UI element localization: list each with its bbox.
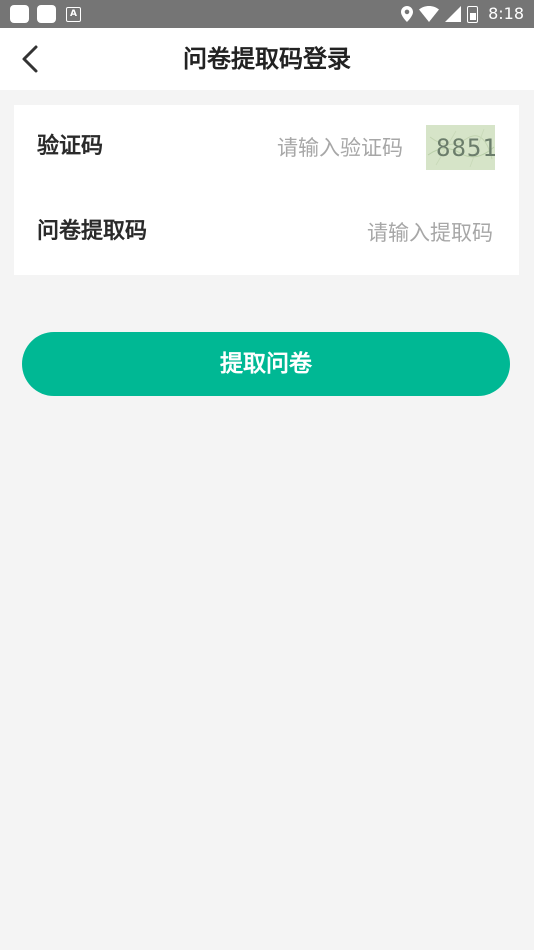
captcha-code: 8851 bbox=[436, 134, 495, 162]
code-input[interactable] bbox=[231, 214, 495, 252]
login-form: 验证码 8851 问卷提取码 bbox=[14, 105, 519, 275]
captcha-label: 验证码 bbox=[37, 134, 104, 159]
page-title: 问卷提取码登录 bbox=[183, 45, 351, 73]
status-time: 8:18 bbox=[488, 4, 524, 23]
captcha-image[interactable]: 8851 bbox=[426, 125, 495, 170]
app-notification-icon bbox=[37, 5, 56, 23]
status-bar: A 8:18 bbox=[0, 0, 534, 28]
code-row: 问卷提取码 bbox=[14, 190, 519, 275]
captcha-input[interactable] bbox=[181, 129, 405, 167]
a-notification-icon: A bbox=[66, 7, 81, 22]
system-icons: 8:18 bbox=[401, 4, 524, 24]
code-label: 问卷提取码 bbox=[37, 219, 148, 244]
signal-icon bbox=[445, 6, 462, 22]
app-notification-icon bbox=[10, 5, 29, 23]
wifi-icon bbox=[419, 6, 440, 22]
battery-icon bbox=[467, 5, 479, 23]
notification-icons: A bbox=[10, 5, 81, 23]
location-icon bbox=[401, 6, 414, 22]
navigation-bar: 问卷提取码登录 bbox=[0, 28, 534, 90]
submit-button[interactable]: 提取问卷 bbox=[22, 332, 510, 396]
captcha-row: 验证码 8851 bbox=[14, 105, 519, 190]
